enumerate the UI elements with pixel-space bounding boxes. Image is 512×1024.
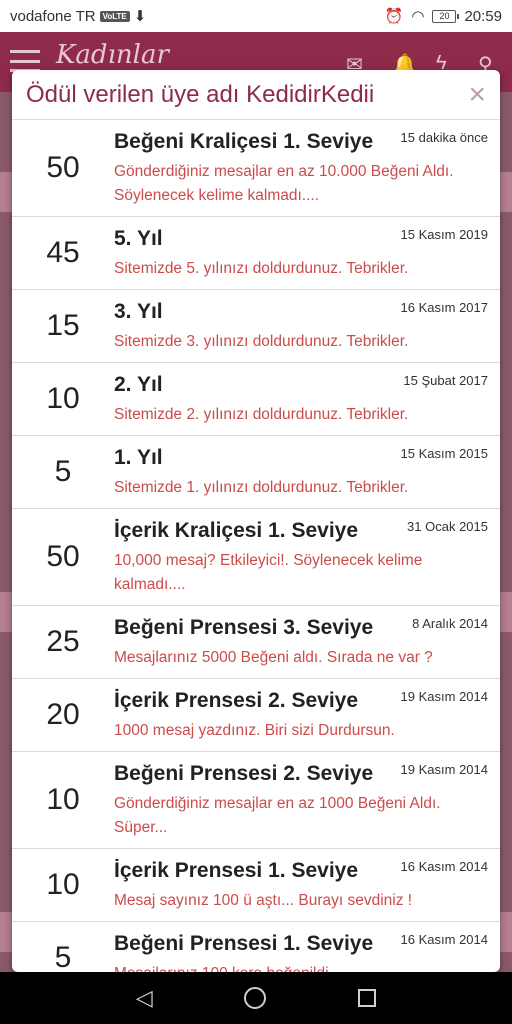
home-icon[interactable] [244, 987, 267, 1009]
recent-apps-icon[interactable] [358, 989, 377, 1007]
modal-title: Ödül verilen üye adı KedidirKedii [26, 80, 375, 108]
award-top-line: 5. Yıl 15 Kasım 2019 [114, 225, 488, 251]
award-description: Gönderdiğiniz mesajlar en az 1000 Beğeni… [114, 795, 441, 836]
award-points: 5 [54, 941, 72, 972]
award-top-line: İçerik Prensesi 2. Seviye 19 Kasım 2014 [114, 687, 488, 713]
award-points: 5 [54, 455, 72, 488]
award-points: 45 [46, 236, 80, 269]
award-date: 16 Kasım 2014 [400, 932, 488, 947]
award-content: İçerik Prensesi 1. Seviye 16 Kasım 2014 Me… [114, 857, 488, 913]
award-date: 15 Kasım 2015 [400, 446, 488, 461]
volte-badge: VoLTE [99, 10, 130, 22]
award-description: Sitemizde 3. yılınızı doldurdunuz. Tebri… [114, 333, 409, 350]
award-description: Sitemizde 2. yılınızı doldurdunuz. Tebri… [114, 406, 409, 423]
award-date: 16 Kasım 2017 [400, 300, 488, 315]
award-points: 15 [46, 309, 80, 342]
award-row: 45 5. Yıl 15 Kasım 2019 Sitemizde 5. yılını… [12, 217, 500, 290]
award-row: 5 Beğeni Prensesi 1. Seviye 16 Kasım 2014 M… [12, 922, 500, 972]
award-content: 2. Yıl 15 Şubat 2017 Sitemizde 2. yılınızı… [114, 371, 488, 427]
award-content: 1. Yıl 15 Kasım 2015 Sitemizde 1. yılınızı… [114, 444, 488, 500]
award-title: Beğeni Prensesi 1. Seviye [114, 932, 374, 955]
navigation-bar: ◁ [0, 972, 512, 1024]
award-points: 10 [46, 868, 80, 901]
award-top-line: İçerik Kraliçesi 1. Seviye 31 Ocak 2015 [114, 517, 488, 543]
award-date: 15 dakika önce [400, 130, 488, 145]
award-row: 10 Beğeni Prensesi 2. Seviye 19 Kasım 2014… [12, 752, 500, 849]
award-title: 1. Yıl [114, 446, 163, 469]
award-points: 10 [46, 382, 80, 415]
award-content: Beğeni Prensesi 3. Seviye 8 Aralık 2014 Me… [114, 614, 488, 670]
award-top-line: Beğeni Prensesi 2. Seviye 19 Kasım 2014 [114, 760, 488, 786]
award-date: 15 Şubat 2017 [403, 373, 488, 388]
award-description: Mesaj sayınız 100 ü aştı... Burayı sevdi… [114, 892, 413, 909]
clock: 20:59 [464, 7, 502, 25]
awards-modal: Ödül verilen üye adı KedidirKedii × 50 Be… [12, 70, 500, 972]
award-top-line: 1. Yıl 15 Kasım 2015 [114, 444, 488, 470]
award-description: 1000 mesaj yazdınız. Biri sizi Durdursun… [114, 722, 395, 739]
award-top-line: Beğeni Prensesi 3. Seviye 8 Aralık 2014 [114, 614, 488, 640]
award-content: Beğeni Prensesi 2. Seviye 19 Kasım 2014 Gö… [114, 760, 488, 840]
award-description: 10,000 mesaj? Etkileyici!. Söylenecek ke… [114, 552, 423, 593]
award-title: 3. Yıl [114, 300, 163, 323]
status-right: ⏰ ◠ 20 20:59 [384, 7, 502, 26]
award-date: 15 Kasım 2019 [400, 227, 488, 242]
battery-icon: 20 [432, 9, 460, 23]
award-row: 15 3. Yıl 16 Kasım 2017 Sitemizde 3. yılını… [12, 290, 500, 363]
award-title: İçerik Prensesi 2. Seviye [114, 689, 359, 712]
award-top-line: Beğeni Kraliçesi 1. Seviye 15 dakika önce [114, 128, 488, 154]
award-top-line: 2. Yıl 15 Şubat 2017 [114, 371, 488, 397]
award-row: 5 1. Yıl 15 Kasım 2015 Sitemizde 1. yılınız… [12, 436, 500, 509]
carrier-label: vodafone TR [10, 7, 96, 25]
award-description: Mesajlarınız 100 kere beğenildi. [114, 962, 488, 972]
award-description: Sitemizde 5. yılınızı doldurdunuz. Tebri… [114, 260, 409, 277]
award-points: 25 [46, 625, 80, 658]
award-content: Beğeni Kraliçesi 1. Seviye 15 dakika önce… [114, 128, 488, 208]
award-top-line: Beğeni Prensesi 1. Seviye 16 Kasım 2014 [114, 930, 488, 956]
award-title: Beğeni Prensesi 2. Seviye [114, 762, 374, 785]
award-content: Beğeni Prensesi 1. Seviye 16 Kasım 2014 Me… [114, 930, 488, 972]
award-title: Beğeni Prensesi 3. Seviye [114, 616, 374, 639]
site-logo[interactable]: Kadınlar [56, 40, 169, 70]
award-description: Mesajlarınız 5000 Beğeni aldı. Sırada ne… [114, 649, 433, 666]
award-top-line: İçerik Prensesi 1. Seviye 16 Kasım 2014 [114, 857, 488, 883]
award-row: 50 Beğeni Kraliçesi 1. Seviye 15 dakika ön… [12, 120, 500, 217]
award-row: 20 İçerik Prensesi 2. Seviye 19 Kasım 2014… [12, 679, 500, 752]
award-points: 50 [46, 540, 80, 573]
award-title: 2. Yıl [114, 373, 163, 396]
award-title: İçerik Prensesi 1. Seviye [114, 859, 359, 882]
award-title: Beğeni Kraliçesi 1. Seviye [114, 130, 374, 153]
award-points: 10 [46, 783, 80, 816]
award-content: İçerik Prensesi 2. Seviye 19 Kasım 2014 10… [114, 687, 488, 743]
close-button[interactable]: × [468, 79, 486, 110]
awards-list[interactable]: 50 Beğeni Kraliçesi 1. Seviye 15 dakika ön… [12, 120, 500, 972]
award-points: 20 [46, 698, 80, 731]
award-title: İçerik Kraliçesi 1. Seviye [114, 519, 359, 542]
award-row: 10 2. Yıl 15 Şubat 2017 Sitemizde 2. yılını… [12, 363, 500, 436]
award-date: 16 Kasım 2014 [400, 859, 488, 874]
status-left: vodafone TR VoLTE ⬇ [10, 7, 147, 26]
award-title: 5. Yıl [114, 227, 163, 250]
award-row: 10 İçerik Prensesi 1. Seviye 16 Kasım 2014… [12, 849, 500, 922]
award-row: 50 İçerik Kraliçesi 1. Seviye 31 Ocak 2015… [12, 509, 500, 606]
award-date: 31 Ocak 2015 [407, 519, 488, 534]
award-content: 3. Yıl 16 Kasım 2017 Sitemizde 3. yılınızı… [114, 298, 488, 354]
award-date: 19 Kasım 2014 [400, 762, 488, 777]
notification-icon: ⬇ [133, 8, 147, 25]
award-top-line: 3. Yıl 16 Kasım 2017 [114, 298, 488, 324]
award-content: İçerik Kraliçesi 1. Seviye 31 Ocak 2015 10… [114, 517, 488, 597]
award-row: 25 Beğeni Prensesi 3. Seviye 8 Aralık 2014… [12, 606, 500, 679]
award-content: 5. Yıl 15 Kasım 2019 Sitemizde 5. yılınızı… [114, 225, 488, 281]
award-description: Sitemizde 1. yılınızı doldurdunuz. Tebri… [114, 479, 409, 496]
menu-icon[interactable] [10, 50, 40, 72]
award-points: 50 [46, 151, 80, 184]
wifi-icon: ◠ [411, 8, 425, 25]
award-description: Gönderdiğiniz mesajlar en az 10.000 Beğe… [114, 163, 454, 204]
modal-header: Ödül verilen üye adı KedidirKedii × [12, 70, 500, 120]
status-bar: vodafone TR VoLTE ⬇ ⏰ ◠ 20 20:59 [0, 0, 512, 32]
alarm-icon: ⏰ [384, 8, 404, 25]
award-date: 19 Kasım 2014 [400, 689, 488, 704]
back-icon[interactable]: ◁ [136, 985, 153, 1011]
award-date: 8 Aralık 2014 [412, 616, 488, 631]
